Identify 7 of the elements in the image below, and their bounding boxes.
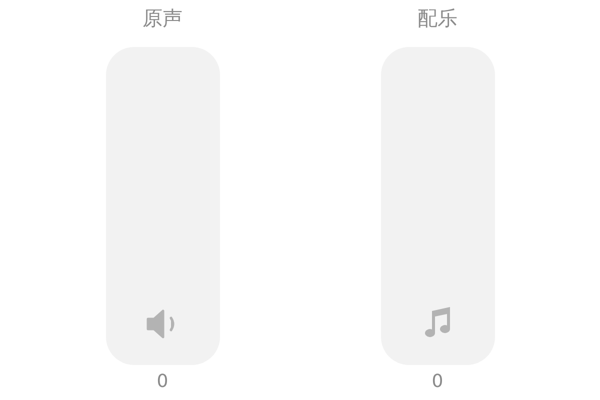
volume-slider[interactable]	[380, 47, 494, 365]
slider-label: 原声	[142, 5, 182, 32]
slider-value: 0	[156, 371, 168, 393]
slider-label: 配乐	[418, 5, 458, 32]
music-note-icon	[422, 305, 452, 339]
volume-slider[interactable]	[106, 47, 220, 365]
slider-value: 0	[432, 371, 444, 393]
